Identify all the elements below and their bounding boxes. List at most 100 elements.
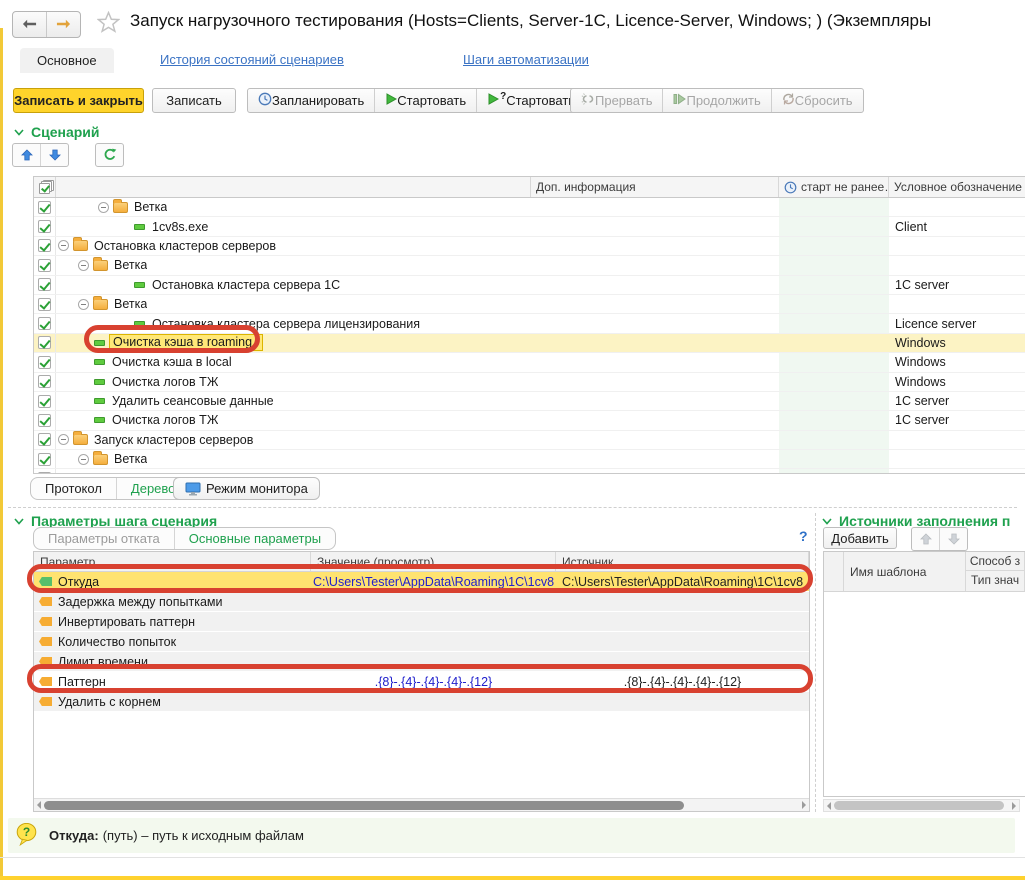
tree-row[interactable]: Очистка кэша в roaming Windows bbox=[34, 334, 1025, 353]
row-checkbox-cell[interactable] bbox=[34, 256, 56, 274]
row-checkbox-cell[interactable] bbox=[34, 450, 56, 468]
method-type-column-header[interactable]: Способ з Тип знач bbox=[966, 552, 1025, 591]
param-name-cell[interactable]: Инвертировать паттерн bbox=[34, 612, 311, 631]
tree-name-cell[interactable]: Ветка bbox=[56, 450, 531, 468]
row-checkbox-cell[interactable] bbox=[34, 373, 56, 391]
row-checkbox-cell[interactable] bbox=[34, 353, 56, 371]
tree-name-cell[interactable]: Очистка логов ТЖ bbox=[56, 373, 531, 391]
rollback-params-tab[interactable]: Параметры отката bbox=[34, 528, 174, 549]
tree-name-cell[interactable]: Остановка кластера сервера лицензировани… bbox=[56, 314, 531, 332]
protocol-view-button[interactable]: Протокол bbox=[31, 478, 116, 499]
add-source-button[interactable]: Добавить bbox=[823, 527, 897, 549]
tree-name-cell[interactable]: Очистка логов ТЖ bbox=[56, 411, 531, 429]
param-source-cell[interactable] bbox=[556, 612, 809, 631]
param-row[interactable]: Задержка между попытками bbox=[34, 592, 809, 611]
param-value-cell[interactable] bbox=[311, 652, 556, 671]
param-source-cell[interactable]: C:\Users\Tester\AppData\Roaming\1C\1cv8 bbox=[556, 572, 809, 591]
param-row[interactable]: Лимит времени bbox=[34, 652, 809, 671]
monitor-mode-button[interactable]: Режим монитора bbox=[173, 477, 320, 500]
tree-row[interactable]: Очистка логов ТЖ Windows bbox=[34, 373, 1025, 392]
forward-button[interactable] bbox=[46, 12, 80, 37]
collapse-minus-icon[interactable] bbox=[58, 434, 69, 445]
tree-row[interactable]: Ветка bbox=[34, 295, 1025, 314]
help-question-icon[interactable]: ? bbox=[799, 528, 808, 544]
move-down-button-disabled[interactable] bbox=[939, 528, 967, 550]
param-row[interactable]: Инвертировать паттерн bbox=[34, 612, 809, 631]
tree-name-cell[interactable]: Ветка bbox=[56, 198, 531, 216]
dop-column-header[interactable]: Доп. информация bbox=[531, 177, 779, 197]
scrollbar-thumb[interactable] bbox=[44, 801, 684, 810]
scroll-right-arrow-icon[interactable] bbox=[1012, 802, 1016, 810]
params-horizontal-scrollbar[interactable] bbox=[34, 798, 809, 811]
param-value-cell[interactable]: .{8}-.{4}-.{4}-.{4}-.{12} bbox=[311, 672, 556, 691]
tree-name-cell[interactable]: Очистка кэша в roaming bbox=[56, 334, 531, 352]
param-name-cell[interactable]: Паттерн bbox=[34, 672, 311, 691]
reset-button[interactable]: Сбросить bbox=[771, 89, 863, 112]
tree-row[interactable]: Очистка логов ТЖ 1C server bbox=[34, 411, 1025, 430]
move-down-button[interactable] bbox=[40, 144, 68, 166]
refresh-button[interactable] bbox=[95, 143, 124, 167]
sources-horizontal-scrollbar[interactable] bbox=[823, 799, 1020, 812]
tree-name-cell[interactable] bbox=[56, 469, 531, 474]
name-column-header[interactable] bbox=[56, 177, 531, 197]
row-checkbox-cell[interactable] bbox=[34, 314, 56, 332]
tab-main[interactable]: Основное bbox=[20, 48, 114, 73]
continue-button[interactable]: Продолжить bbox=[662, 89, 770, 112]
abort-button[interactable]: Прервать bbox=[571, 89, 662, 112]
scrollbar-thumb[interactable] bbox=[834, 801, 1004, 810]
param-name-cell[interactable]: Лимит времени bbox=[34, 652, 311, 671]
scenario-section-header[interactable]: Сценарий bbox=[14, 124, 100, 140]
tree-name-cell[interactable]: Удалить сеансовые данные bbox=[56, 392, 531, 410]
tree-name-cell[interactable]: Остановка кластеров серверов bbox=[56, 237, 531, 255]
tree-row[interactable]: Запуск кластеров серверов bbox=[34, 431, 1025, 450]
row-checkbox-cell[interactable] bbox=[34, 411, 56, 429]
param-row[interactable]: Паттерн .{8}-.{4}-.{4}-.{4}-.{12} .{8}-.… bbox=[34, 672, 809, 691]
row-checkbox-cell[interactable] bbox=[34, 431, 56, 449]
value-column-header[interactable]: Значение (просмотр) bbox=[311, 552, 556, 571]
param-source-cell[interactable] bbox=[556, 632, 809, 651]
favorite-star-icon[interactable] bbox=[97, 11, 120, 36]
collapse-minus-icon[interactable] bbox=[78, 260, 89, 271]
param-source-cell[interactable] bbox=[556, 652, 809, 671]
tree-row[interactable]: Ветка bbox=[34, 450, 1025, 469]
tab-automation-link[interactable]: Шаги автоматизации bbox=[463, 52, 589, 67]
tree-row[interactable]: 1cv8s.exe Client bbox=[34, 217, 1025, 236]
move-up-button-disabled[interactable] bbox=[912, 528, 939, 550]
scroll-right-arrow-icon[interactable] bbox=[802, 801, 806, 809]
collapse-minus-icon[interactable] bbox=[78, 299, 89, 310]
tree-row[interactable]: Остановка кластера сервера лицензировани… bbox=[34, 314, 1025, 333]
row-checkbox-cell[interactable] bbox=[34, 392, 56, 410]
save-button[interactable]: Записать bbox=[152, 88, 236, 113]
param-name-cell[interactable]: Количество попыток bbox=[34, 632, 311, 651]
param-value-cell[interactable] bbox=[311, 592, 556, 611]
tab-history-link[interactable]: История состояний сценариев bbox=[160, 52, 344, 67]
tree-row[interactable]: Очистка кэша в local Windows bbox=[34, 353, 1025, 372]
param-row[interactable]: Откуда C:\Users\Tester\AppData\Roaming\1… bbox=[34, 572, 809, 591]
main-params-tab[interactable]: Основные параметры bbox=[174, 528, 335, 549]
param-name-cell[interactable]: Удалить с корнем bbox=[34, 692, 311, 711]
row-checkbox-cell[interactable] bbox=[34, 217, 56, 235]
method-column-header[interactable]: Способ з bbox=[966, 552, 1025, 571]
param-row[interactable]: Количество попыток bbox=[34, 632, 809, 651]
tree-row[interactable]: Ветка bbox=[34, 256, 1025, 275]
scroll-left-arrow-icon[interactable] bbox=[37, 801, 41, 809]
tree-name-cell[interactable]: 1cv8s.exe bbox=[56, 217, 531, 235]
tree-name-cell[interactable]: Очистка кэша в local bbox=[56, 353, 531, 371]
param-source-cell[interactable] bbox=[556, 692, 809, 711]
param-name-cell[interactable]: Откуда bbox=[34, 572, 311, 591]
param-row[interactable]: Удалить с корнем bbox=[34, 692, 809, 711]
tree-row[interactable]: Остановка кластера сервера 1С 1C server bbox=[34, 276, 1025, 295]
type-column-header[interactable]: Тип знач bbox=[966, 571, 1025, 590]
param-source-cell[interactable] bbox=[556, 592, 809, 611]
source-column-header[interactable]: Источник bbox=[556, 552, 809, 571]
row-checkbox-cell[interactable] bbox=[34, 198, 56, 216]
back-button[interactable] bbox=[13, 12, 46, 37]
row-checkbox-cell[interactable] bbox=[34, 276, 56, 294]
param-value-cell[interactable] bbox=[311, 692, 556, 711]
scroll-left-arrow-icon[interactable] bbox=[827, 802, 831, 810]
param-value-cell[interactable] bbox=[311, 632, 556, 651]
param-value-cell[interactable]: C:\Users\Tester\AppData\Roaming\1C\1cv8 bbox=[311, 572, 556, 591]
collapse-minus-icon[interactable] bbox=[58, 240, 69, 251]
collapse-minus-icon[interactable] bbox=[98, 202, 109, 213]
param-column-header[interactable]: Параметр bbox=[34, 552, 311, 571]
